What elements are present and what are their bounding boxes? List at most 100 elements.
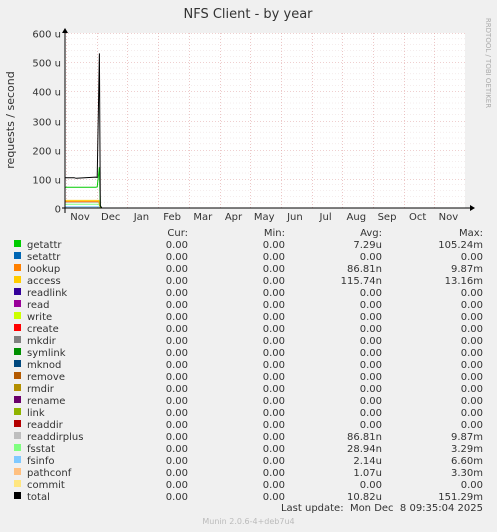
x-tick-label: Jun [286, 212, 303, 223]
legend-name: mknod [27, 360, 62, 371]
legend-max: 105.24m [438, 240, 483, 251]
x-tick-label: Jan [133, 212, 149, 223]
legend-rows: getattr 0.00 0.00 7.29u 105.24m setattr 0.00 0.… [0, 240, 497, 504]
legend-row: remove 0.00 0.00 0.00 0.00 [0, 372, 497, 384]
legend-name: mkdir [27, 336, 56, 347]
legend-max: 0.00 [460, 312, 483, 323]
legend-swatch [14, 264, 21, 271]
legend-min: 0.00 [262, 456, 285, 467]
x-tick-label: Feb [163, 212, 181, 223]
legend-min: 0.00 [262, 384, 285, 395]
legend-cur: 0.00 [165, 252, 188, 263]
legend-avg: 86.81n [347, 432, 382, 443]
legend-cur: 0.00 [165, 300, 188, 311]
x-tick-label: Sep [378, 212, 397, 223]
legend-row: mknod 0.00 0.00 0.00 0.00 [0, 360, 497, 372]
legend-min: 0.00 [262, 432, 285, 443]
y-tick-label: 400 u [32, 88, 61, 99]
legend-max: 13.16m [444, 276, 483, 287]
legend-min: 0.00 [262, 324, 285, 335]
legend-name: create [27, 324, 59, 335]
legend-avg: 7.29u [353, 240, 382, 251]
legend-cur: 0.00 [165, 324, 188, 335]
y-tick-label: 600 u [32, 30, 61, 41]
legend-row: readlink 0.00 0.00 0.00 0.00 [0, 288, 497, 300]
legend-name: write [27, 312, 53, 323]
legend-max: 0.00 [460, 348, 483, 359]
legend-min: 0.00 [262, 360, 285, 371]
legend-cur: 0.00 [165, 348, 188, 359]
legend-avg: 0.00 [359, 300, 382, 311]
legend-cur: 0.00 [165, 372, 188, 383]
legend-min: 0.00 [262, 240, 285, 251]
legend-max: 0.00 [460, 396, 483, 407]
legend-min: 0.00 [262, 348, 285, 359]
legend-min: 0.00 [262, 408, 285, 419]
legend-row: rmdir 0.00 0.00 0.00 0.00 [0, 384, 497, 396]
legend-avg: 0.00 [359, 336, 382, 347]
legend-avg: 0.00 [359, 480, 382, 491]
legend-max: 6.60m [450, 456, 483, 467]
chart-title: NFS Client - by year [183, 7, 313, 22]
legend-swatch [14, 252, 21, 259]
legend-swatch [14, 420, 21, 427]
legend-name: pathconf [27, 468, 72, 479]
legend-avg: 0.00 [359, 288, 382, 299]
legend-cur: 0.00 [165, 456, 188, 467]
last-update: Last update: Mon Dec 8 09:35:04 2025 [280, 503, 483, 514]
legend-row: getattr 0.00 0.00 7.29u 105.24m [0, 240, 497, 252]
legend-cur: 0.00 [165, 480, 188, 491]
legend-row: link 0.00 0.00 0.00 0.00 [0, 408, 497, 420]
legend-cur: 0.00 [165, 408, 188, 419]
x-axis: Nov Dec Jan Feb Mar Apr May Jun Jul Aug Sep Oct Nov [70, 212, 458, 223]
legend-name: rmdir [27, 384, 54, 395]
legend-name: readlink [27, 288, 68, 299]
legend-min: 0.00 [262, 420, 285, 431]
legend-swatch [14, 240, 21, 247]
legend-min: 0.00 [262, 312, 285, 323]
legend-swatch [14, 456, 21, 463]
legend-avg: 0.00 [359, 360, 382, 371]
legend-row: pathconf 0.00 0.00 1.07u 3.30m [0, 468, 497, 480]
legend-row: write 0.00 0.00 0.00 0.00 [0, 312, 497, 324]
legend-max: 0.00 [460, 300, 483, 311]
legend-swatch [14, 288, 21, 295]
legend-min: 0.00 [262, 444, 285, 455]
x-tick-label: Apr [225, 212, 243, 223]
legend-row: readdirplus 0.00 0.00 86.81n 9.87m [0, 432, 497, 444]
legend-max: 0.00 [460, 324, 483, 335]
plot-area [65, 33, 465, 208]
y-axis-label: requests / second [4, 71, 17, 168]
legend-avg: 0.00 [359, 420, 382, 431]
footer-version: Munin 2.0.6-4+deb7u4 [202, 517, 295, 526]
legend-swatch [14, 276, 21, 283]
legend-max: 0.00 [460, 252, 483, 263]
legend-min: 0.00 [262, 300, 285, 311]
header-max: Max: [458, 228, 483, 239]
legend-avg: 2.14u [353, 456, 382, 467]
x-tick-label: Dec [101, 212, 120, 223]
legend-max: 0.00 [460, 372, 483, 383]
legend-swatch [14, 408, 21, 415]
legend-max: 0.00 [460, 480, 483, 491]
legend-row: commit 0.00 0.00 0.00 0.00 [0, 480, 497, 492]
legend-cur: 0.00 [165, 288, 188, 299]
legend-name: lookup [27, 264, 61, 275]
legend-swatch [14, 312, 21, 319]
x-tick-label: Aug [347, 212, 367, 223]
legend-avg: 0.00 [359, 312, 382, 323]
legend-swatch [14, 348, 21, 355]
legend-row: setattr 0.00 0.00 0.00 0.00 [0, 252, 497, 264]
legend-swatch [14, 336, 21, 343]
legend-cur: 0.00 [165, 264, 188, 275]
legend-max: 0.00 [460, 360, 483, 371]
legend-max: 9.87m [450, 264, 483, 275]
legend-min: 0.00 [262, 264, 285, 275]
legend-row: fsstat 0.00 0.00 28.94n 3.29m [0, 444, 497, 456]
legend-max: 3.30m [450, 468, 483, 479]
legend-min: 0.00 [262, 468, 285, 479]
legend-avg: 0.00 [359, 408, 382, 419]
legend-name: read [27, 300, 50, 311]
legend-min: 0.00 [262, 288, 285, 299]
x-tick-label: May [254, 212, 275, 223]
